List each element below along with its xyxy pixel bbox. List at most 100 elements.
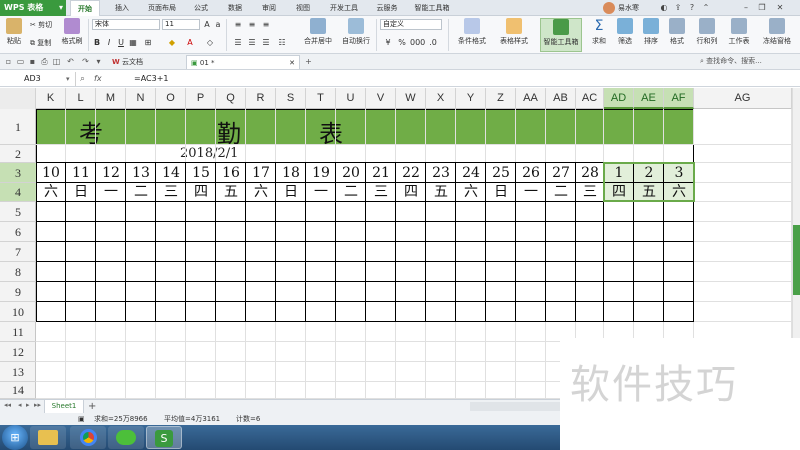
- sort-button[interactable]: 排序: [640, 18, 662, 46]
- save-icon[interactable]: ▪: [27, 56, 38, 67]
- sheet-tab[interactable]: Sheet1: [44, 400, 84, 414]
- wrap-text-button[interactable]: 自动换行: [340, 18, 372, 46]
- row-header-3[interactable]: 3: [0, 163, 36, 183]
- start-button[interactable]: ⊞: [2, 425, 28, 450]
- day-cell[interactable]: 10: [36, 163, 66, 183]
- table-style-button[interactable]: 表格样式: [494, 18, 534, 46]
- prev-sheet-icon[interactable]: ◂: [18, 401, 22, 409]
- taskbar-chrome-icon[interactable]: [70, 426, 106, 449]
- weekday-cell[interactable]: 三: [576, 183, 604, 202]
- weekday-cell[interactable]: 二: [336, 183, 366, 202]
- align-right-icon[interactable]: ☰: [260, 37, 272, 48]
- row-header-11[interactable]: 11: [0, 322, 36, 342]
- next-sheet-icon[interactable]: ▸: [26, 401, 30, 409]
- weekday-cell[interactable]: 三: [156, 183, 186, 202]
- weekday-cell[interactable]: 一: [306, 183, 336, 202]
- date-cell[interactable]: 2018/2/1: [180, 146, 238, 161]
- day-cell[interactable]: 23: [426, 163, 456, 183]
- percent-icon[interactable]: %: [396, 37, 408, 48]
- font-size-select[interactable]: 11: [162, 19, 200, 30]
- column-header-k[interactable]: K: [36, 88, 66, 109]
- wps-app-button[interactable]: WPS 表格 ▾: [0, 0, 66, 16]
- row-header-7[interactable]: 7: [0, 242, 36, 262]
- restore-button[interactable]: ❐: [756, 1, 768, 14]
- tab-cloud-service[interactable]: 云服务: [370, 0, 404, 16]
- customize-icon[interactable]: ▾: [93, 56, 104, 67]
- tab-data[interactable]: 数据: [222, 0, 248, 16]
- column-header-ac[interactable]: AC: [576, 88, 604, 109]
- border-icon[interactable]: ▦: [128, 37, 138, 48]
- share-icon[interactable]: ⇪: [672, 1, 684, 14]
- align-middle-icon[interactable]: ≡: [246, 19, 258, 30]
- skin-icon[interactable]: ◐: [658, 1, 670, 14]
- minimize-button[interactable]: –: [740, 1, 752, 14]
- row-header-5[interactable]: 5: [0, 202, 36, 222]
- filter-button[interactable]: 筛选: [614, 18, 636, 46]
- column-header-af[interactable]: AF: [664, 88, 694, 109]
- day-cell[interactable]: 27: [546, 163, 576, 183]
- freeze-panes-button[interactable]: 冻结窗格: [758, 18, 796, 46]
- day-cell[interactable]: 16: [216, 163, 246, 183]
- day-cell[interactable]: 22: [396, 163, 426, 183]
- day-cell[interactable]: 21: [366, 163, 396, 183]
- weekday-cell[interactable]: 四: [186, 183, 216, 202]
- bold-icon[interactable]: B: [92, 37, 102, 48]
- align-left-icon[interactable]: ☰: [232, 37, 244, 48]
- cut-button[interactable]: ✂ 剪切: [30, 20, 52, 30]
- column-header-x[interactable]: X: [426, 88, 456, 109]
- row-column-button[interactable]: 行和列: [692, 18, 722, 46]
- align-center-icon[interactable]: ☰: [246, 37, 258, 48]
- horizontal-scrollbar[interactable]: [470, 402, 560, 411]
- smart-toolbox-button[interactable]: 智能工具箱: [540, 18, 582, 52]
- tab-smart-toolbox[interactable]: 智能工具箱: [410, 0, 454, 16]
- day-cell[interactable]: 18: [276, 163, 306, 183]
- macro-icon[interactable]: ▣: [78, 413, 85, 425]
- column-header-ad[interactable]: AD: [604, 88, 634, 109]
- number-format-select[interactable]: 自定义: [380, 19, 442, 30]
- weekday-cell[interactable]: 四: [396, 183, 426, 202]
- tab-review[interactable]: 审阅: [256, 0, 282, 16]
- italic-icon[interactable]: I: [104, 37, 114, 48]
- day-cell[interactable]: 1: [604, 163, 634, 183]
- weekday-cell[interactable]: 五: [426, 183, 456, 202]
- redo-icon[interactable]: ↷: [80, 56, 91, 67]
- weekday-cell[interactable]: 六: [36, 183, 66, 202]
- format-button[interactable]: 格式: [666, 18, 688, 46]
- clear-format-icon[interactable]: ◇: [204, 37, 216, 48]
- tab-formulas[interactable]: 公式: [188, 0, 214, 16]
- day-cell[interactable]: 24: [456, 163, 486, 183]
- worksheet-button[interactable]: 工作表: [724, 18, 754, 46]
- row-header-2[interactable]: 2: [0, 145, 36, 163]
- new-file-icon[interactable]: ▫: [3, 56, 14, 67]
- merge-small-icon[interactable]: ⊞: [142, 37, 154, 48]
- weekday-cell[interactable]: 一: [96, 183, 126, 202]
- day-cell[interactable]: 14: [156, 163, 186, 183]
- column-header-o[interactable]: O: [156, 88, 186, 109]
- row-header-4[interactable]: 4: [0, 183, 36, 202]
- add-sheet-button[interactable]: +: [88, 400, 96, 413]
- preview-icon[interactable]: ◫: [51, 56, 62, 67]
- file-tab-current[interactable]: ▣ 01 * ✕: [186, 55, 300, 69]
- decimal-icon[interactable]: .0: [426, 37, 440, 48]
- weekday-cell[interactable]: 六: [246, 183, 276, 202]
- day-cell[interactable]: 3: [664, 163, 694, 183]
- column-header-y[interactable]: Y: [456, 88, 486, 109]
- merge-center-button[interactable]: 合并居中: [298, 18, 338, 46]
- align-top-icon[interactable]: ≡: [232, 19, 244, 30]
- weekday-cell[interactable]: 三: [366, 183, 396, 202]
- tab-insert[interactable]: 插入: [108, 0, 136, 16]
- weekday-cell[interactable]: 一: [516, 183, 546, 202]
- chevron-down-icon[interactable]: ▾: [66, 72, 70, 86]
- day-cell[interactable]: 15: [186, 163, 216, 183]
- undo-icon[interactable]: ↶: [65, 56, 76, 67]
- taskbar-explorer-icon[interactable]: [30, 426, 66, 449]
- column-header-ag[interactable]: AG: [694, 88, 792, 109]
- column-header-ab[interactable]: AB: [546, 88, 576, 109]
- format-painter-button[interactable]: 格式刷: [60, 18, 84, 46]
- open-file-icon[interactable]: ▭: [15, 56, 26, 67]
- weekday-cell[interactable]: 日: [276, 183, 306, 202]
- zoom-icon[interactable]: ⌕: [80, 72, 85, 86]
- command-search[interactable]: ⌕ 查找命令、搜索...: [700, 56, 762, 66]
- conditional-format-button[interactable]: 条件格式: [452, 18, 492, 46]
- weekday-cell[interactable]: 六: [664, 183, 694, 202]
